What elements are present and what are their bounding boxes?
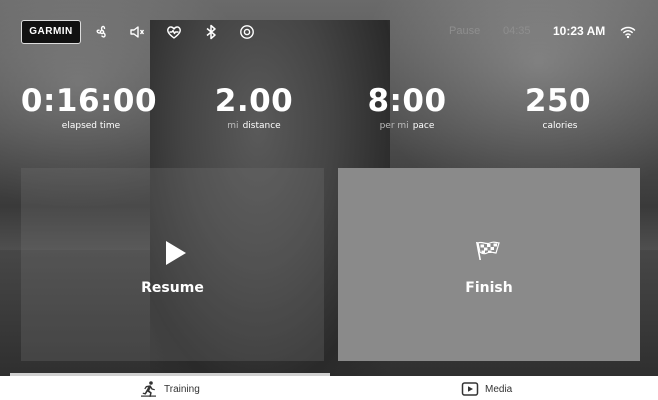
- metric-unit: mi: [227, 121, 239, 131]
- treadmill-screen: GARMIN Pause 04:35 10:23 AM 0:16:00 elap…: [0, 0, 658, 400]
- pause-label: Pause: [449, 25, 481, 37]
- volume-mute-icon[interactable]: [128, 23, 146, 41]
- finish-button[interactable]: Finish: [338, 168, 640, 361]
- tab-media[interactable]: Media: [461, 380, 512, 398]
- metric-calories: 250 calories: [483, 82, 633, 132]
- bluetooth-icon[interactable]: [202, 23, 220, 41]
- play-icon: [166, 241, 186, 265]
- tab-label: Training: [164, 383, 200, 395]
- tab-label: Media: [485, 383, 513, 395]
- metric-value: 2.00: [214, 83, 294, 119]
- metric-value: 0:16:00: [20, 83, 158, 119]
- clock: 10:23 AM: [553, 24, 606, 38]
- metric-label: pace: [412, 121, 435, 131]
- heart-rate-icon[interactable]: [165, 23, 183, 41]
- metric-distance: 2.00 mi distance: [179, 82, 329, 132]
- metric-elapsed-time: 0:16:00 elapsed time: [14, 82, 164, 132]
- fan-icon[interactable]: [93, 23, 111, 41]
- metric-label: calories: [542, 121, 578, 131]
- checkered-flag-icon: [476, 241, 500, 260]
- metric-value: 8:00: [367, 83, 447, 119]
- settings-icon[interactable]: [238, 23, 256, 41]
- active-tab-indicator: [10, 373, 330, 376]
- metric-label: distance: [242, 121, 281, 131]
- runner-icon: [141, 381, 156, 397]
- media-play-icon: [461, 382, 479, 396]
- metric-unit: per mi: [379, 121, 409, 131]
- metric-label: elapsed time: [61, 121, 121, 131]
- tab-bar: [0, 376, 658, 400]
- pause-timer: 04:35: [503, 25, 531, 37]
- garmin-logo: GARMIN: [21, 20, 81, 44]
- resume-button[interactable]: Resume: [21, 168, 324, 361]
- metric-value: 250: [524, 83, 592, 119]
- tab-training[interactable]: Training: [140, 380, 200, 398]
- status-bar: GARMIN Pause 04:35 10:23 AM: [0, 16, 658, 48]
- metric-pace: 8:00 per mi pace: [332, 82, 482, 132]
- wifi-icon[interactable]: [619, 23, 637, 41]
- resume-label: Resume: [141, 280, 204, 296]
- finish-label: Finish: [465, 280, 513, 296]
